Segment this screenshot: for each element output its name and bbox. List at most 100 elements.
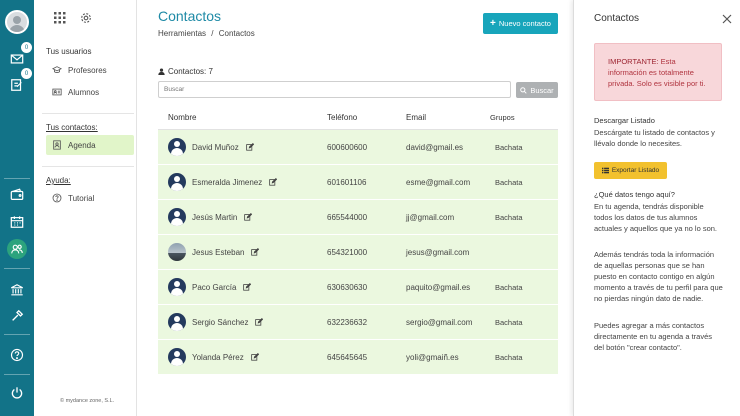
contact-name[interactable]: Jesus Esteban bbox=[192, 248, 244, 257]
id-card-icon bbox=[52, 88, 62, 96]
table-row[interactable]: Esmeralda Jimenez 601601106 esme@gmail.com… bbox=[158, 165, 558, 200]
avatar bbox=[168, 173, 186, 191]
cell-email: paquito@gmail.es bbox=[406, 282, 471, 292]
mail-icon[interactable]: 0 bbox=[8, 42, 32, 68]
cell-name: David Muñoz bbox=[158, 138, 327, 156]
sidebar-item-label: Agenda bbox=[68, 140, 96, 150]
avatar bbox=[168, 313, 186, 331]
profile-avatar[interactable] bbox=[5, 10, 29, 34]
gear-icon[interactable] bbox=[80, 12, 92, 26]
cell-phone: 630630630 bbox=[327, 282, 368, 292]
cell-phone: 665544000 bbox=[327, 212, 368, 222]
table-row[interactable]: Yolanda Pérez 645645645 yoli@gmaiñ.es Bacha… bbox=[158, 340, 558, 375]
table-row[interactable]: Paco García 630630630 paquito@gmail.es Bach… bbox=[158, 270, 558, 305]
grid-icon[interactable] bbox=[54, 12, 66, 26]
contact-name[interactable]: Paco García bbox=[192, 283, 236, 292]
new-contact-button[interactable]: + Nuevo contacto bbox=[483, 13, 558, 34]
app-rail: 0 0 bbox=[0, 0, 34, 416]
copyright: © mydance zone, S.L. bbox=[60, 398, 115, 404]
breadcrumb-separator: / bbox=[211, 29, 214, 38]
contacts-icon[interactable] bbox=[7, 239, 27, 259]
sidebar-item-agenda[interactable]: Agenda bbox=[46, 135, 134, 155]
contact-name[interactable]: Yolanda Pérez bbox=[192, 353, 244, 362]
column-header-groups[interactable]: Grupos bbox=[490, 113, 558, 122]
sidebar-divider bbox=[42, 166, 134, 167]
mail-badge: 0 bbox=[21, 42, 32, 53]
cell-name: Jesus Esteban bbox=[158, 243, 327, 261]
privacy-alert: IMPORTANTE: Esta información es totalmen… bbox=[594, 43, 722, 101]
sidebar-item-label: Tutorial bbox=[68, 193, 95, 203]
search-icon bbox=[520, 86, 527, 94]
search-input[interactable] bbox=[158, 81, 511, 98]
export-list-button[interactable]: Exportar Listado bbox=[594, 162, 667, 179]
edit-icon[interactable] bbox=[255, 318, 264, 326]
rail-divider bbox=[4, 178, 30, 179]
table-row[interactable]: Jesús Martin 665544000 jj@gmail.com Bachata bbox=[158, 200, 558, 235]
panel-title: Contactos bbox=[594, 13, 640, 24]
edit-icon[interactable] bbox=[244, 213, 253, 221]
column-header-email[interactable]: Email bbox=[406, 113, 490, 122]
rail-divider bbox=[4, 374, 30, 375]
info-paragraph-1: En tu agenda, tendrás disponible todos l… bbox=[594, 202, 717, 233]
sidebar-item-tutorial[interactable]: Tutorial bbox=[46, 188, 134, 208]
sidebar-item-label: Alumnos bbox=[68, 87, 100, 97]
contact-name[interactable]: David Muñoz bbox=[192, 143, 239, 152]
cell-phone: 654321000 bbox=[327, 247, 368, 257]
table-row[interactable]: Jesus Esteban 654321000 jesus@gmail.com bbox=[158, 235, 558, 270]
help-heading: Ayuda: bbox=[46, 176, 71, 185]
cell-name: Paco García bbox=[158, 278, 327, 296]
contact-name[interactable]: Esmeralda Jimenez bbox=[192, 178, 262, 187]
edit-icon[interactable] bbox=[250, 353, 259, 361]
info-paragraph-3: Puedes agregar a más contactos directame… bbox=[594, 321, 712, 352]
wallet-icon[interactable] bbox=[8, 186, 26, 204]
search-button[interactable]: Buscar bbox=[516, 82, 558, 98]
new-contact-label: Nuevo contacto bbox=[498, 19, 551, 28]
rail-divider bbox=[4, 268, 30, 269]
cell-name: Sergio Sánchez bbox=[158, 313, 327, 331]
edit-icon[interactable] bbox=[243, 283, 252, 291]
cell-group: Bachata bbox=[495, 212, 523, 222]
cell-email: jj@gmail.com bbox=[406, 212, 455, 222]
page-title: Contactos bbox=[158, 8, 222, 24]
tools-icon[interactable] bbox=[8, 307, 26, 325]
calendar-icon[interactable] bbox=[8, 213, 26, 231]
edit-icon[interactable] bbox=[251, 248, 260, 256]
cell-phone: 600600600 bbox=[327, 142, 368, 152]
institution-icon[interactable] bbox=[8, 281, 26, 299]
user-icon bbox=[158, 68, 165, 75]
info-paragraph-2: Además tendrás toda la información de aq… bbox=[594, 250, 723, 303]
export-list-label: Exportar Listado bbox=[611, 167, 660, 174]
list-icon bbox=[601, 167, 609, 174]
notes-icon[interactable]: 0 bbox=[8, 68, 32, 94]
table-row[interactable]: David Muñoz 600600600 david@gmail.es Bachat… bbox=[158, 130, 558, 165]
column-header-name[interactable]: Nombre bbox=[158, 113, 327, 122]
power-icon[interactable] bbox=[8, 384, 26, 402]
table-row[interactable]: Sergio Sánchez 632236632 sergio@gmail.com B… bbox=[158, 305, 558, 340]
close-icon[interactable] bbox=[722, 14, 732, 24]
cell-email: yoli@gmaiñ.es bbox=[406, 352, 459, 362]
sidebar-item-profesores[interactable]: Profesores bbox=[46, 60, 134, 80]
cell-email: david@gmail.es bbox=[406, 142, 464, 152]
cell-phone: 601601106 bbox=[327, 177, 367, 187]
help-icon[interactable] bbox=[8, 346, 26, 364]
users-heading: Tus usuarios bbox=[46, 47, 92, 56]
cell-name: Esmeralda Jimenez bbox=[158, 173, 327, 191]
main-content: Contactos Herramientas / Contactos + Nue… bbox=[137, 0, 573, 416]
avatar bbox=[168, 348, 186, 366]
alert-strong: IMPORTANTE: bbox=[608, 57, 659, 66]
address-book-icon bbox=[53, 140, 61, 150]
info-panel: Contactos IMPORTANTE: Esta información e… bbox=[573, 0, 740, 416]
column-header-phone[interactable]: Teléfono bbox=[327, 113, 406, 122]
edit-icon[interactable] bbox=[245, 143, 254, 151]
contact-name[interactable]: Jesús Martin bbox=[192, 213, 237, 222]
breadcrumb-root[interactable]: Herramientas bbox=[158, 29, 206, 38]
cell-email: esme@gmail.com bbox=[406, 177, 471, 187]
sidebar-item-alumnos[interactable]: Alumnos bbox=[46, 82, 134, 102]
contact-name[interactable]: Sergio Sánchez bbox=[192, 318, 248, 327]
contacts-count-label: Contactos: 7 bbox=[168, 67, 213, 76]
secondary-sidebar: Tus usuarios Profesores Alumnos Tus cont… bbox=[34, 0, 137, 416]
breadcrumb-current: Contactos bbox=[218, 29, 255, 38]
edit-icon[interactable] bbox=[269, 178, 278, 186]
cell-phone: 645645645 bbox=[327, 352, 368, 362]
avatar bbox=[168, 243, 186, 261]
